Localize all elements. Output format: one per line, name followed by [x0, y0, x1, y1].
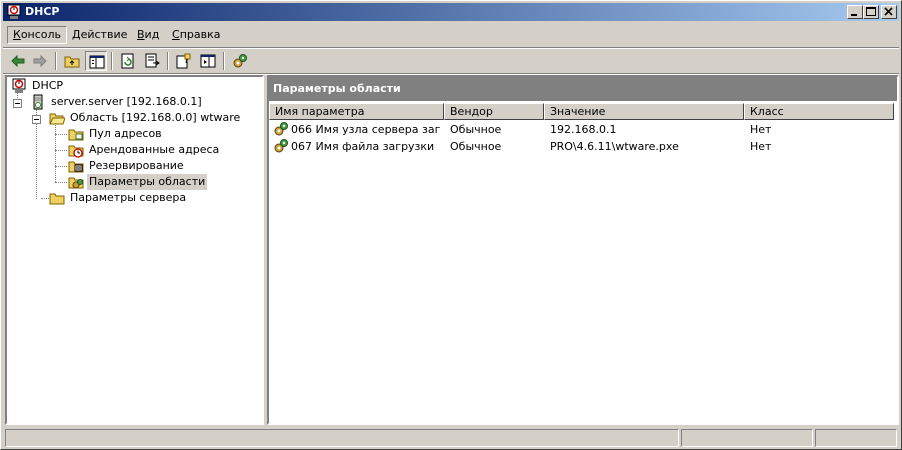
forward-arrow-icon [33, 54, 47, 68]
cell-value: 192.168.0.1 [550, 123, 617, 136]
collapse-server-toggle[interactable] [13, 99, 22, 108]
tree-label: Параметры области [87, 174, 208, 190]
folder-open-icon [49, 110, 66, 126]
tree-label: Резервирование [89, 159, 184, 172]
column-header-name[interactable]: Имя параметра [269, 103, 444, 120]
table-row[interactable]: 067 Имя файла загрузки Обычное PRO\4.6.1… [269, 138, 897, 155]
cell-class: Нет [750, 123, 772, 136]
cell-class: Нет [750, 140, 772, 153]
cell-name: 067 Имя файла загрузки [291, 140, 435, 153]
cell-value: PRO\4.6.11\wtware.pxe [550, 140, 679, 153]
column-header-class[interactable]: Класс [744, 103, 894, 120]
show-hide-tree-button[interactable] [85, 51, 107, 71]
properties-help-button[interactable]: ? [173, 51, 195, 71]
cell-name: 066 Имя узла сервера загр... [291, 123, 441, 136]
cell-vendor: Обычное [450, 123, 502, 136]
column-header-vendor[interactable]: Вендор [444, 103, 544, 120]
dhcp-icon [11, 78, 27, 94]
table-row[interactable]: 066 Имя узла сервера загр... Обычное 192… [269, 121, 897, 138]
refresh-icon [121, 53, 134, 69]
column-header-value[interactable]: Значение [544, 103, 744, 120]
options-gears-icon [68, 174, 84, 190]
forward-button[interactable] [29, 51, 51, 71]
menu-action[interactable]: Действие [67, 26, 132, 44]
status-bar [3, 428, 899, 448]
export-list-icon [145, 53, 160, 68]
status-panel-2 [681, 429, 813, 447]
server-icon [30, 94, 46, 110]
folder-up-icon [64, 56, 80, 68]
collapse-scope-toggle[interactable] [32, 115, 41, 124]
menu-console[interactable]: Консоль [7, 26, 68, 44]
address-pool-icon [68, 126, 84, 142]
title-bar[interactable]: DHCP [3, 3, 899, 21]
tree-label: Параметры сервера [70, 191, 187, 204]
menu-view[interactable]: Вид [132, 26, 164, 44]
up-level-button[interactable] [61, 51, 83, 71]
back-arrow-icon [11, 54, 25, 68]
menu-bar: Консоль Действие Вид Справка [3, 24, 899, 46]
folder-icon [49, 190, 65, 206]
option-gears-icon [273, 121, 289, 137]
gears-icon [233, 54, 247, 68]
minimize-button[interactable] [847, 5, 863, 19]
action-pane-icon [200, 54, 216, 68]
cell-vendor: Обычное [450, 140, 502, 153]
details-header: Параметры области [269, 77, 897, 101]
back-button[interactable] [7, 51, 29, 71]
status-panel-3 [815, 429, 897, 447]
toolbar: ? [3, 49, 899, 73]
help-properties-icon: ? [176, 53, 191, 69]
column-headers: Имя параметра Вендор Значение Класс [269, 103, 897, 120]
tree-label: Пул адресов [89, 127, 162, 140]
tree-label: server.server [192.168.0.1] [51, 95, 202, 108]
close-button[interactable] [881, 5, 897, 19]
export-list-button[interactable] [141, 51, 163, 71]
reservations-icon [68, 158, 84, 174]
console-tree-icon [89, 55, 105, 69]
option-gears-icon [273, 138, 289, 154]
leases-clock-icon [68, 142, 84, 158]
details-pane: Параметры области Имя параметра Вендор З… [267, 75, 899, 425]
refresh-button[interactable] [117, 51, 139, 71]
status-panel-main [5, 429, 679, 447]
tree-label: DHCP [32, 79, 64, 92]
configure-options-button[interactable] [229, 51, 251, 71]
tree-label: Область [192.168.0.0] wtware [70, 111, 241, 124]
show-hide-action-pane-button[interactable] [197, 51, 219, 71]
maximize-button[interactable] [863, 5, 879, 19]
menu-help[interactable]: Справка [167, 26, 225, 44]
console-tree[interactable]: DHCP server.server [192.168.0.1] Область… [5, 75, 264, 425]
tree-label: Арендованные адреса [89, 143, 220, 156]
dhcp-window: DHCP Консоль Действие Вид Справка ? DHCP… [0, 0, 902, 450]
dhcp-app-icon [6, 4, 22, 20]
window-title: DHCP [25, 5, 60, 18]
